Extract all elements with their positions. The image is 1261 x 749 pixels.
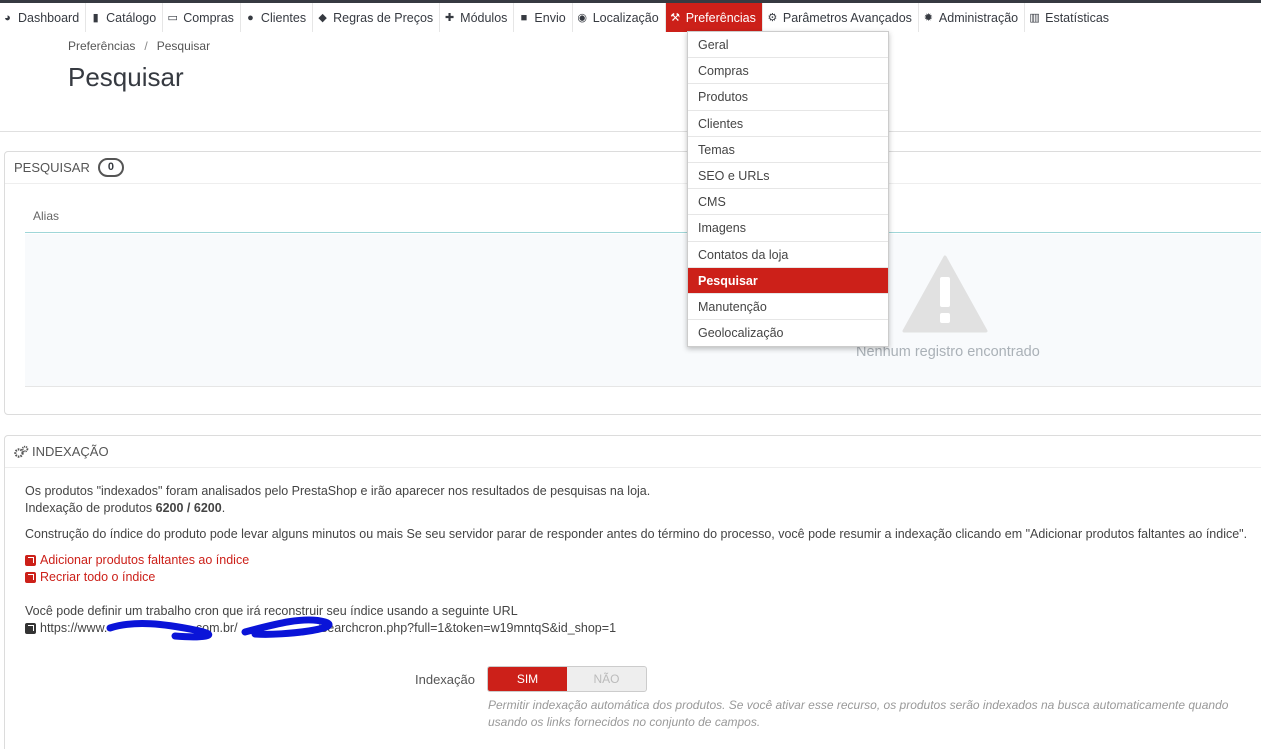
nav-label: Catálogo (106, 10, 157, 25)
page-title: Pesquisar (68, 62, 184, 92)
nav-price-rules[interactable]: ◆ Regras de Preços (313, 3, 441, 32)
dropdown-item[interactable]: SEO e URLs (688, 163, 888, 190)
index-count-label: Indexação de produtos (25, 501, 156, 515)
dropdown-item[interactable]: Compras (688, 58, 888, 85)
indexing-panel: INDEXAÇÃO Os produtos "indexados" foram … (4, 435, 1261, 749)
rebuild-index-link[interactable]: Recriar todo o índice (25, 570, 155, 584)
dropdown-item[interactable]: Imagens (688, 215, 888, 242)
dropdown-item[interactable]: Contatos da loja (688, 242, 888, 268)
count-badge: 0 (97, 158, 124, 177)
nav-localization[interactable]: ◉ Localização (573, 3, 666, 32)
panel-heading: PESQUISAR 0 (5, 152, 1261, 184)
nav-catalog[interactable]: ▮ Catálogo (86, 3, 164, 32)
truck-icon: ■ (520, 11, 528, 24)
index-note: Construção do índice do produto pode lev… (25, 527, 1248, 541)
empty-table: Nenhum registro encontrado (25, 234, 1261, 387)
link-label: Recriar todo o índice (40, 570, 156, 584)
toggle-no[interactable]: NÃO (567, 667, 646, 691)
nav-shipping[interactable]: ■ Envio (514, 3, 573, 32)
dropdown-item[interactable]: Produtos (688, 84, 888, 111)
dropdown-item[interactable]: Geral (688, 32, 888, 59)
nav-label: Compras (183, 10, 234, 25)
dropdown-item[interactable]: Geolocalização (688, 320, 888, 346)
top-nav: ◕ Dashboard ▮ Catálogo ▭ Compras ● Clientes … (0, 0, 1261, 32)
nav-label: Envio (534, 10, 566, 25)
external-link-icon (25, 622, 36, 634)
nav-dashboard[interactable]: ◕ Dashboard (0, 3, 87, 32)
nav-advanced-params[interactable]: ⚙ Parâmetros Avançados (763, 3, 919, 32)
nav-label: Dashboard (18, 10, 80, 25)
redaction-scribble (106, 616, 333, 641)
bar-chart-icon: ▥ (1029, 11, 1040, 24)
indexing-toggle[interactable]: SIM NÃO (487, 666, 647, 692)
index-count-suffix: . (221, 501, 226, 515)
nav-label: Preferências (685, 10, 756, 25)
puzzle-icon: ✚ (445, 11, 455, 24)
dashboard-icon: ◕ (4, 11, 11, 24)
toggle-yes[interactable]: SIM (488, 667, 567, 691)
breadcrumb-current: Pesquisar (156, 39, 211, 53)
nav-label: Módulos (460, 10, 508, 25)
cron-url-end: /searchcron.php?full=1&token=w19mntqS&id… (317, 621, 617, 635)
nav-orders[interactable]: ▭ Compras (163, 3, 241, 32)
column-header-alias[interactable]: Alias (25, 200, 1261, 233)
breadcrumb-parent[interactable]: Preferências (68, 39, 135, 53)
panel-title: INDEXAÇÃO (32, 444, 109, 459)
cogs-icon: ⚙ (767, 11, 778, 24)
wrench-icon: ⚒ (670, 11, 681, 24)
nav-label: Administração (938, 10, 1019, 25)
dropdown-item[interactable]: CMS (688, 189, 888, 216)
users-icon: ● (247, 11, 254, 24)
help-text: Permitir indexação automática dos produt… (488, 698, 1229, 729)
header-divider (0, 131, 1261, 132)
cron-url-start: https://www. (40, 621, 108, 635)
dropdown-item[interactable]: Temas (688, 137, 888, 163)
preferences-dropdown: Geral Compras Produtos Clientes Temas SEO e U… (687, 31, 889, 348)
gear-icon: ✹ (923, 11, 934, 24)
globe-icon: ◉ (577, 11, 587, 24)
nav-administration[interactable]: ✹ Administração (919, 3, 1026, 32)
add-missing-link[interactable]: Adicionar produtos faltantes ao índice (25, 553, 249, 567)
tag-icon: ◆ (318, 11, 327, 24)
nav-label: Clientes (260, 10, 307, 25)
panel-heading: INDEXAÇÃO (5, 436, 1261, 468)
index-count: Indexação de produtos 6200 / 6200. (25, 501, 225, 515)
index-count-value: 6200 / 6200 (155, 501, 222, 515)
link-label: Adicionar produtos faltantes ao índice (40, 553, 250, 567)
book-icon: ▮ (92, 11, 99, 24)
warning-icon (902, 255, 988, 333)
breadcrumb: Preferências / Pesquisar (68, 39, 210, 53)
panel-title: PESQUISAR (14, 160, 90, 175)
nav-label: Estatísticas (1045, 10, 1110, 25)
breadcrumb-separator: / (144, 39, 148, 53)
intro-text: Os produtos "indexados" foram analisados… (25, 484, 651, 498)
nav-label: Parâmetros Avançados (782, 10, 912, 25)
external-link-icon (25, 554, 36, 566)
credit-card-icon: ▭ (167, 11, 178, 24)
dropdown-item[interactable]: Manutenção (688, 294, 888, 321)
nav-modules[interactable]: ✚ Módulos (440, 3, 515, 32)
dropdown-item[interactable]: Clientes (688, 111, 888, 137)
indexing-label: Indexação (415, 672, 475, 687)
nav-customers[interactable]: ● Clientes (241, 3, 314, 32)
search-panel: PESQUISAR 0 Alias Nenhum registro encont… (4, 151, 1261, 415)
cogs-icon (14, 445, 29, 458)
nav-label: Localização (592, 10, 659, 25)
nav-stats[interactable]: ▥ Estatísticas (1025, 3, 1115, 32)
dropdown-item[interactable]: Pesquisar (688, 267, 888, 294)
nav-preferences[interactable]: ⚒ Preferências (665, 3, 763, 32)
external-link-icon (25, 571, 36, 583)
nav-label: Regras de Preços (333, 10, 434, 25)
